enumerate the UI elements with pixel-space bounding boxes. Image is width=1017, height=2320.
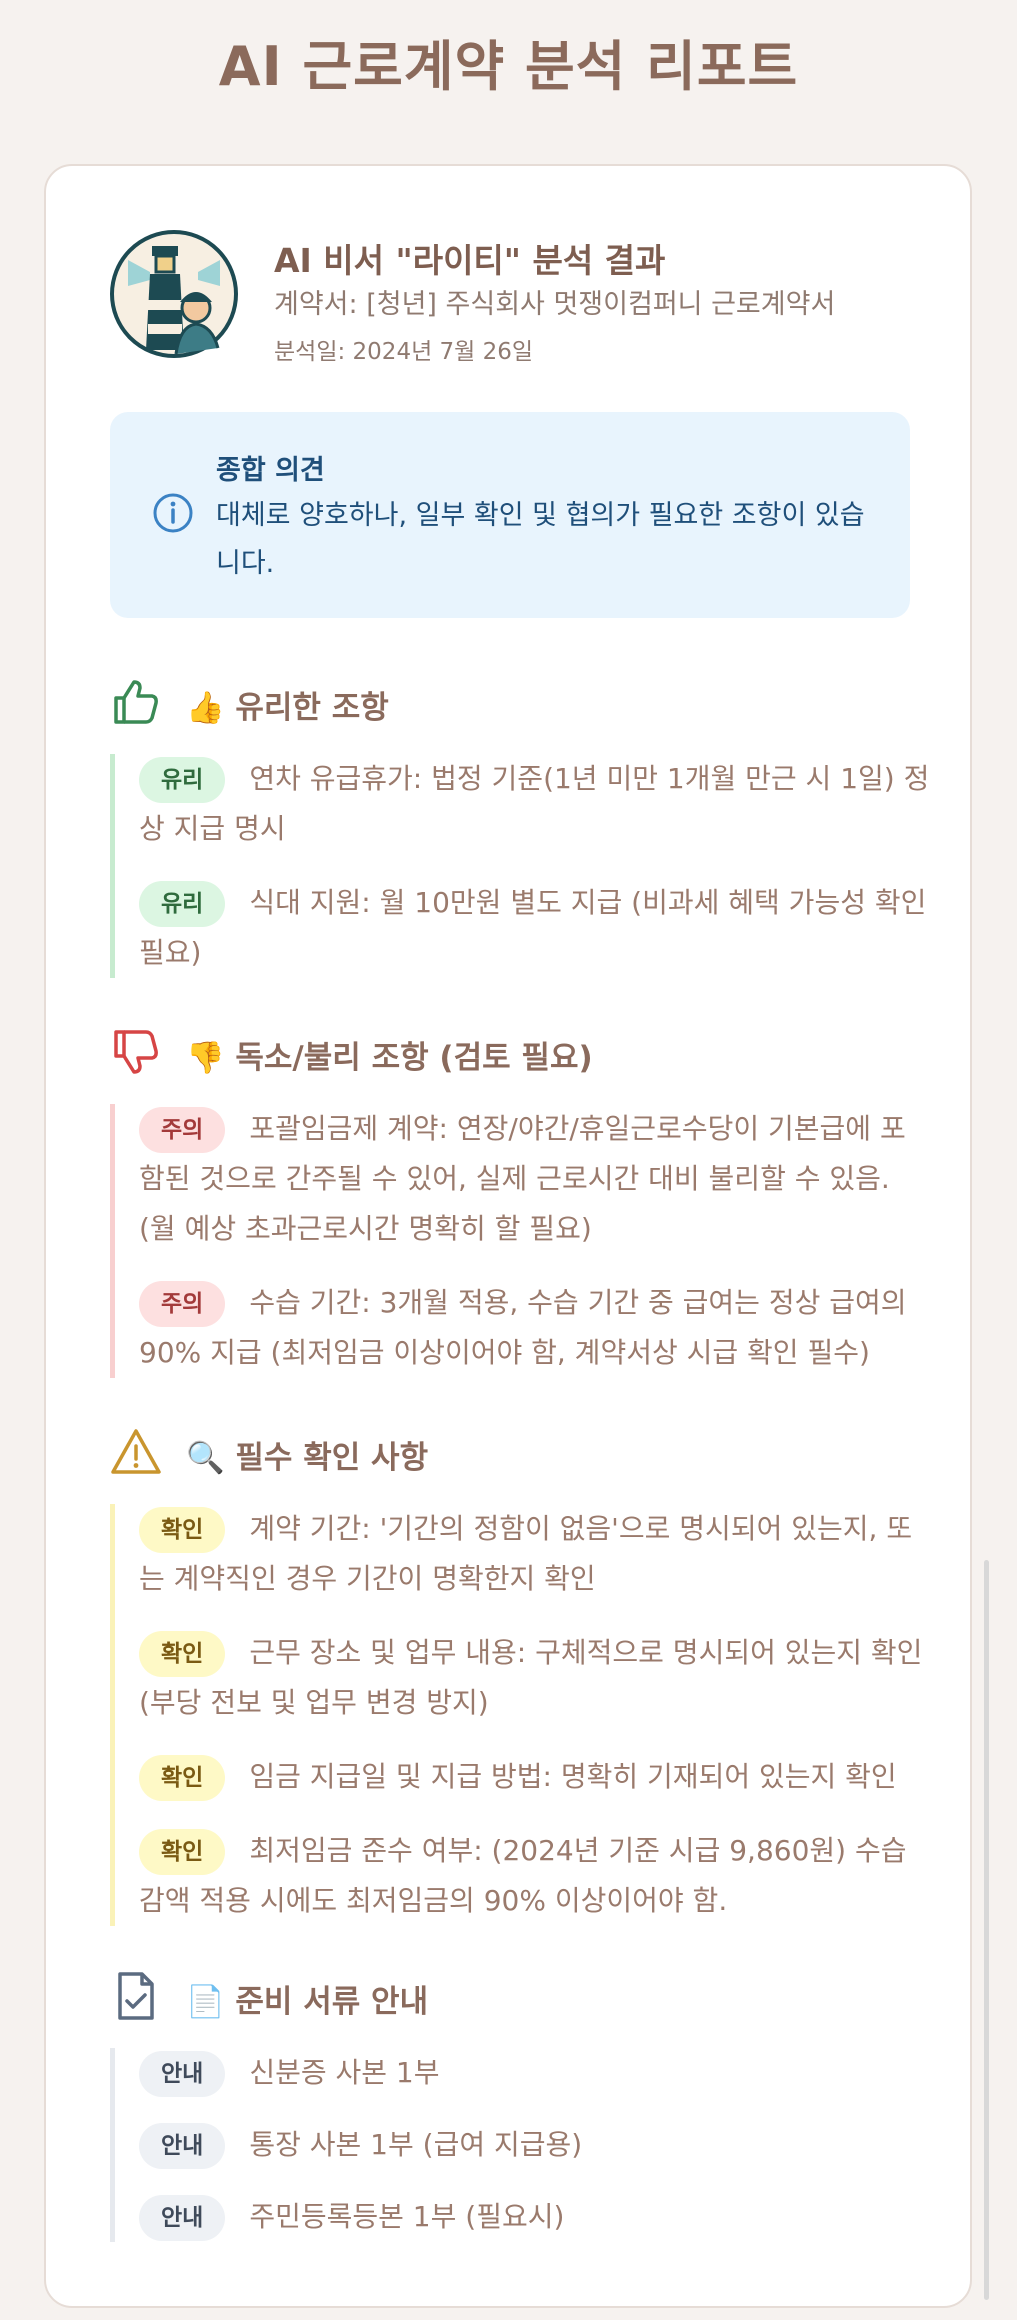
list-item: 확인 임금 지급일 및 지급 방법: 명확히 기재되어 있는지 확인 [139,1752,930,1802]
section-favorable: 👍 유리한 조항 유리 연차 유급휴가: 법정 기준(1년 미만 1개월 만근 시… [110,672,930,978]
documents-list: 안내 신분증 사본 1부 안내 통장 사본 1부 (급여 지급용) 안내 주민등록등본… [110,2048,930,2242]
contract-name: 계약서: [청년] 주식회사 멋쟁이컴퍼니 근로계약서 [274,289,836,320]
unfavorable-list: 주의 포괄임금제 계약: 연장/야간/휴일근로수당이 기본급에 포함된 것으로 간… [110,1104,930,1378]
document-check-icon [118,1972,154,2020]
item-text: 근무 장소 및 업무 내용: 구체적으로 명시되어 있는지 확인 (부당 전보 … [139,1636,923,1719]
analysis-title: AI 비서 "라이티" 분석 결과 [274,241,666,280]
summary-box: 종합 의견 대체로 양호하나, 일부 확인 및 협의가 필요한 조항이 있습니다… [110,412,910,618]
list-item: 유리 식대 지원: 월 10만원 별도 지급 (비과세 혜택 가능성 확인 필요) [139,878,930,978]
lighthouse-mascot-avatar [110,230,238,358]
info-icon [153,493,193,533]
item-text: 최저임금 준수 여부: (2024년 기준 시급 9,860원) 수습 감액 적… [139,1834,907,1917]
favorable-list: 유리 연차 유급휴가: 법정 기준(1년 미만 1개월 만근 시 1일) 정상 지… [110,754,930,978]
section-title: 📄 준비 서류 안내 [186,1984,429,2020]
status-badge: 유리 [139,881,226,927]
section-title: 👎 독소/불리 조항 (검토 필요) [186,1040,593,1076]
section-checklist: 🔍 필수 확인 사항 확인 계약 기간: '기간의 정함이 없음'으로 명시되어 … [110,1422,930,1926]
item-text: 계약 기간: '기간의 정함이 없음'으로 명시되어 있는지, 또는 계약직인 … [139,1512,913,1595]
item-text: 통장 사본 1부 (급여 지급용) [249,2128,583,2161]
list-item: 유리 연차 유급휴가: 법정 기준(1년 미만 1개월 만근 시 1일) 정상 지… [139,754,930,854]
section-title: 🔍 필수 확인 사항 [186,1440,429,1476]
status-badge: 주의 [139,1281,226,1327]
status-badge: 확인 [139,1631,226,1677]
item-text: 식대 지원: 월 10만원 별도 지급 (비과세 혜택 가능성 확인 필요) [139,886,927,969]
section-title: 👍 유리한 조항 [186,690,389,726]
analysis-date: 분석일: 2024년 7월 26일 [274,339,534,365]
status-badge: 안내 [139,2195,226,2241]
thumbs-down-icon [114,1030,158,1074]
list-item: 안내 주민등록등본 1부 (필요시) [139,2192,930,2242]
summary-text: 대체로 양호하나, 일부 확인 및 협의가 필요한 조항이 있습니다. [216,500,865,579]
list-item: 확인 계약 기간: '기간의 정함이 없음'으로 명시되어 있는지, 또는 계약직… [139,1504,930,1604]
item-text: 신분증 사본 1부 [249,2056,440,2089]
status-badge: 확인 [139,1507,226,1553]
checklist-list: 확인 계약 기간: '기간의 정함이 없음'으로 명시되어 있는지, 또는 계약직… [110,1504,930,1926]
list-item: 안내 통장 사본 1부 (급여 지급용) [139,2120,930,2170]
section-unfavorable: 👎 독소/불리 조항 (검토 필요) 주의 포괄임금제 계약: 연장/야간/휴일근… [110,1022,930,1378]
status-badge: 안내 [139,2123,226,2169]
item-text: 수습 기간: 3개월 적용, 수습 기간 중 급여는 정상 급여의 90% 지급… [139,1286,907,1369]
thumbs-up-icon [114,680,158,724]
list-item: 확인 최저임금 준수 여부: (2024년 기준 시급 9,860원) 수습 감액… [139,1826,930,1926]
section-documents: 📄 준비 서류 안내 안내 신분증 사본 1부 안내 통장 사본 1부 (급여 지급… [110,1966,930,2264]
report-card: AI 비서 "라이티" 분석 결과 계약서: [청년] 주식회사 멋쟁이컴퍼니 … [44,164,972,2308]
item-text: 포괄임금제 계약: 연장/야간/휴일근로수당이 기본급에 포함된 것으로 간주될… [139,1112,906,1245]
status-badge: 확인 [139,1829,226,1875]
status-badge: 안내 [139,2051,226,2097]
status-badge: 유리 [139,757,226,803]
list-item: 확인 근무 장소 및 업무 내용: 구체적으로 명시되어 있는지 확인 (부당 전… [139,1628,930,1728]
status-badge: 확인 [139,1755,226,1801]
item-text: 주민등록등본 1부 (필요시) [249,2200,565,2233]
list-item: 주의 포괄임금제 계약: 연장/야간/휴일근로수당이 기본급에 포함된 것으로 간… [139,1104,930,1254]
scrollbar-thumb[interactable] [984,1560,989,2300]
status-badge: 주의 [139,1107,226,1153]
page-title: AI 근로계약 분석 리포트 [218,35,799,98]
list-item: 안내 신분증 사본 1부 [139,2048,930,2098]
list-item: 주의 수습 기간: 3개월 적용, 수습 기간 중 급여는 정상 급여의 90% … [139,1278,930,1378]
item-text: 연차 유급휴가: 법정 기준(1년 미만 1개월 만근 시 1일) 정상 지급 … [139,762,930,845]
item-text: 임금 지급일 및 지급 방법: 명확히 기재되어 있는지 확인 [249,1760,897,1793]
summary-title: 종합 의견 [216,455,325,486]
warning-triangle-icon [111,1429,161,1474]
